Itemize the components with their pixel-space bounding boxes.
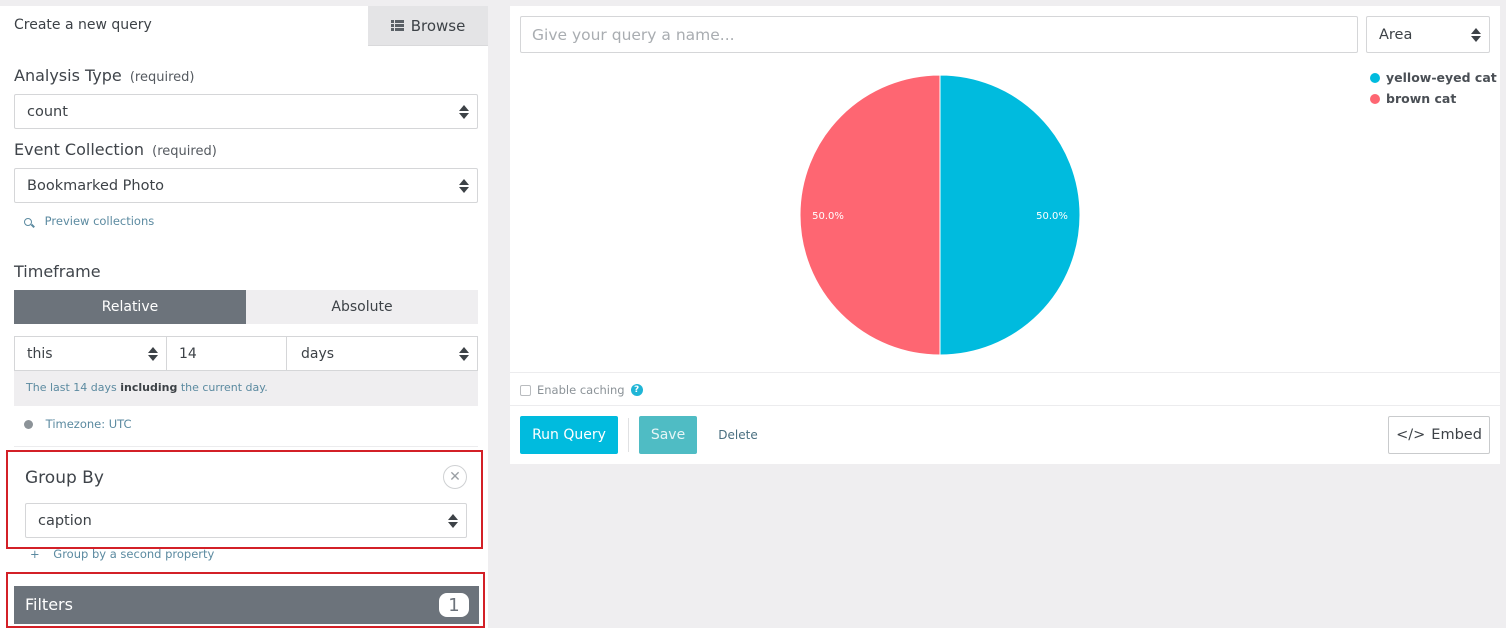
filters-section: Filters 1	[6, 572, 485, 628]
tab-create-query[interactable]: Create a new query	[0, 6, 368, 46]
legend-label: brown cat	[1386, 91, 1457, 106]
globe-icon	[24, 420, 33, 429]
group-by-select[interactable]: caption	[25, 503, 467, 538]
plus-icon: +	[30, 547, 40, 561]
analysis-type-label-text: Analysis Type	[14, 66, 122, 85]
timeframe-note-bold: including	[120, 381, 178, 394]
run-query-button[interactable]: Run Query	[520, 416, 618, 454]
divider	[628, 418, 629, 452]
results-panel: Area 50.0% 50.0% yellow-eyed cat brown ca…	[510, 6, 1500, 464]
pie-chart: 50.0% 50.0%	[799, 74, 1081, 356]
query-name-input[interactable]	[520, 16, 1358, 53]
filters-label: Filters	[25, 595, 73, 614]
preview-collections-link[interactable]: Preview collections	[24, 214, 154, 228]
divider	[510, 372, 1500, 373]
group-by-title: Group By	[25, 468, 104, 488]
tab-browse[interactable]: Browse	[368, 6, 488, 46]
pie-data-label: 50.0%	[1036, 211, 1068, 222]
help-icon[interactable]: ?	[630, 384, 643, 396]
timeframe-note-text: The last 14 days	[26, 381, 121, 394]
timeframe-note: The last 14 days including the current d…	[14, 371, 478, 406]
delete-button[interactable]: Delete	[710, 416, 766, 454]
timeframe-absolute-tab[interactable]: Absolute	[246, 290, 478, 324]
legend-label: yellow-eyed cat	[1386, 70, 1497, 85]
embed-button[interactable]: </> Embed	[1388, 416, 1490, 454]
select-arrows-icon	[448, 513, 458, 529]
units-value: days	[301, 345, 335, 362]
add-second-group-link[interactable]: + Group by a second property	[30, 547, 214, 561]
required-hint: (required)	[152, 144, 217, 159]
group-by-value: caption	[38, 512, 92, 529]
group-by-section: Group By ✕ caption	[6, 450, 483, 549]
timeframe-relative-tab[interactable]: Relative	[14, 290, 246, 324]
list-icon	[390, 20, 404, 31]
preview-collections-text: Preview collections	[44, 214, 155, 228]
code-icon: </>	[1396, 427, 1426, 443]
enable-caching: Enable caching ?	[520, 383, 643, 397]
timeframe-note-tail: the current day.	[177, 381, 268, 394]
timezone-link[interactable]: Timezone: UTC	[24, 417, 132, 431]
select-arrows-icon	[1471, 27, 1481, 43]
units-select[interactable]: days	[286, 336, 478, 371]
event-collection-label: Event Collection (required)	[14, 140, 217, 159]
filters-count-badge: 1	[439, 593, 469, 617]
select-arrows-icon	[148, 346, 158, 362]
chart-legend: yellow-eyed cat brown cat	[1370, 70, 1497, 106]
event-collection-select[interactable]: Bookmarked Photo	[14, 168, 478, 203]
enable-caching-checkbox[interactable]	[520, 384, 531, 396]
select-arrows-icon	[459, 104, 469, 120]
query-builder-panel: Create a new query Browse Analysis Type …	[0, 6, 488, 628]
pie-data-label: 50.0%	[812, 211, 844, 222]
chart-type-value: Area	[1379, 26, 1413, 43]
add-second-group-text: Group by a second property	[53, 547, 215, 561]
legend-dot-icon	[1370, 93, 1380, 104]
relativity-value: this	[27, 345, 53, 362]
divider	[510, 405, 1500, 406]
analysis-type-select[interactable]: count	[14, 94, 478, 129]
timeframe-label: Timeframe	[14, 262, 101, 281]
required-hint: (required)	[129, 70, 195, 85]
select-arrows-icon	[459, 178, 469, 194]
search-icon	[24, 217, 32, 226]
timezone-text: Timezone: UTC	[45, 417, 132, 431]
legend-item[interactable]: yellow-eyed cat	[1370, 70, 1497, 85]
relativity-select[interactable]: this	[14, 336, 167, 371]
divider	[14, 446, 478, 447]
legend-dot-icon	[1370, 72, 1380, 83]
analysis-type-label: Analysis Type (required)	[14, 66, 194, 85]
analysis-type-value: count	[27, 103, 68, 120]
event-collection-label-text: Event Collection	[14, 140, 145, 159]
select-arrows-icon	[459, 346, 469, 362]
legend-item[interactable]: brown cat	[1370, 91, 1497, 106]
event-collection-value: Bookmarked Photo	[27, 177, 165, 194]
embed-label: Embed	[1431, 427, 1482, 443]
amount-value: 14	[179, 345, 197, 362]
filters-toggle[interactable]: Filters 1	[14, 586, 479, 624]
tab-browse-label: Browse	[410, 16, 466, 35]
save-button[interactable]: Save	[639, 416, 697, 454]
amount-input[interactable]: 14	[166, 336, 287, 371]
enable-caching-label: Enable caching	[537, 383, 625, 397]
close-icon[interactable]: ✕	[443, 465, 467, 489]
chart-type-select[interactable]: Area	[1366, 16, 1490, 53]
